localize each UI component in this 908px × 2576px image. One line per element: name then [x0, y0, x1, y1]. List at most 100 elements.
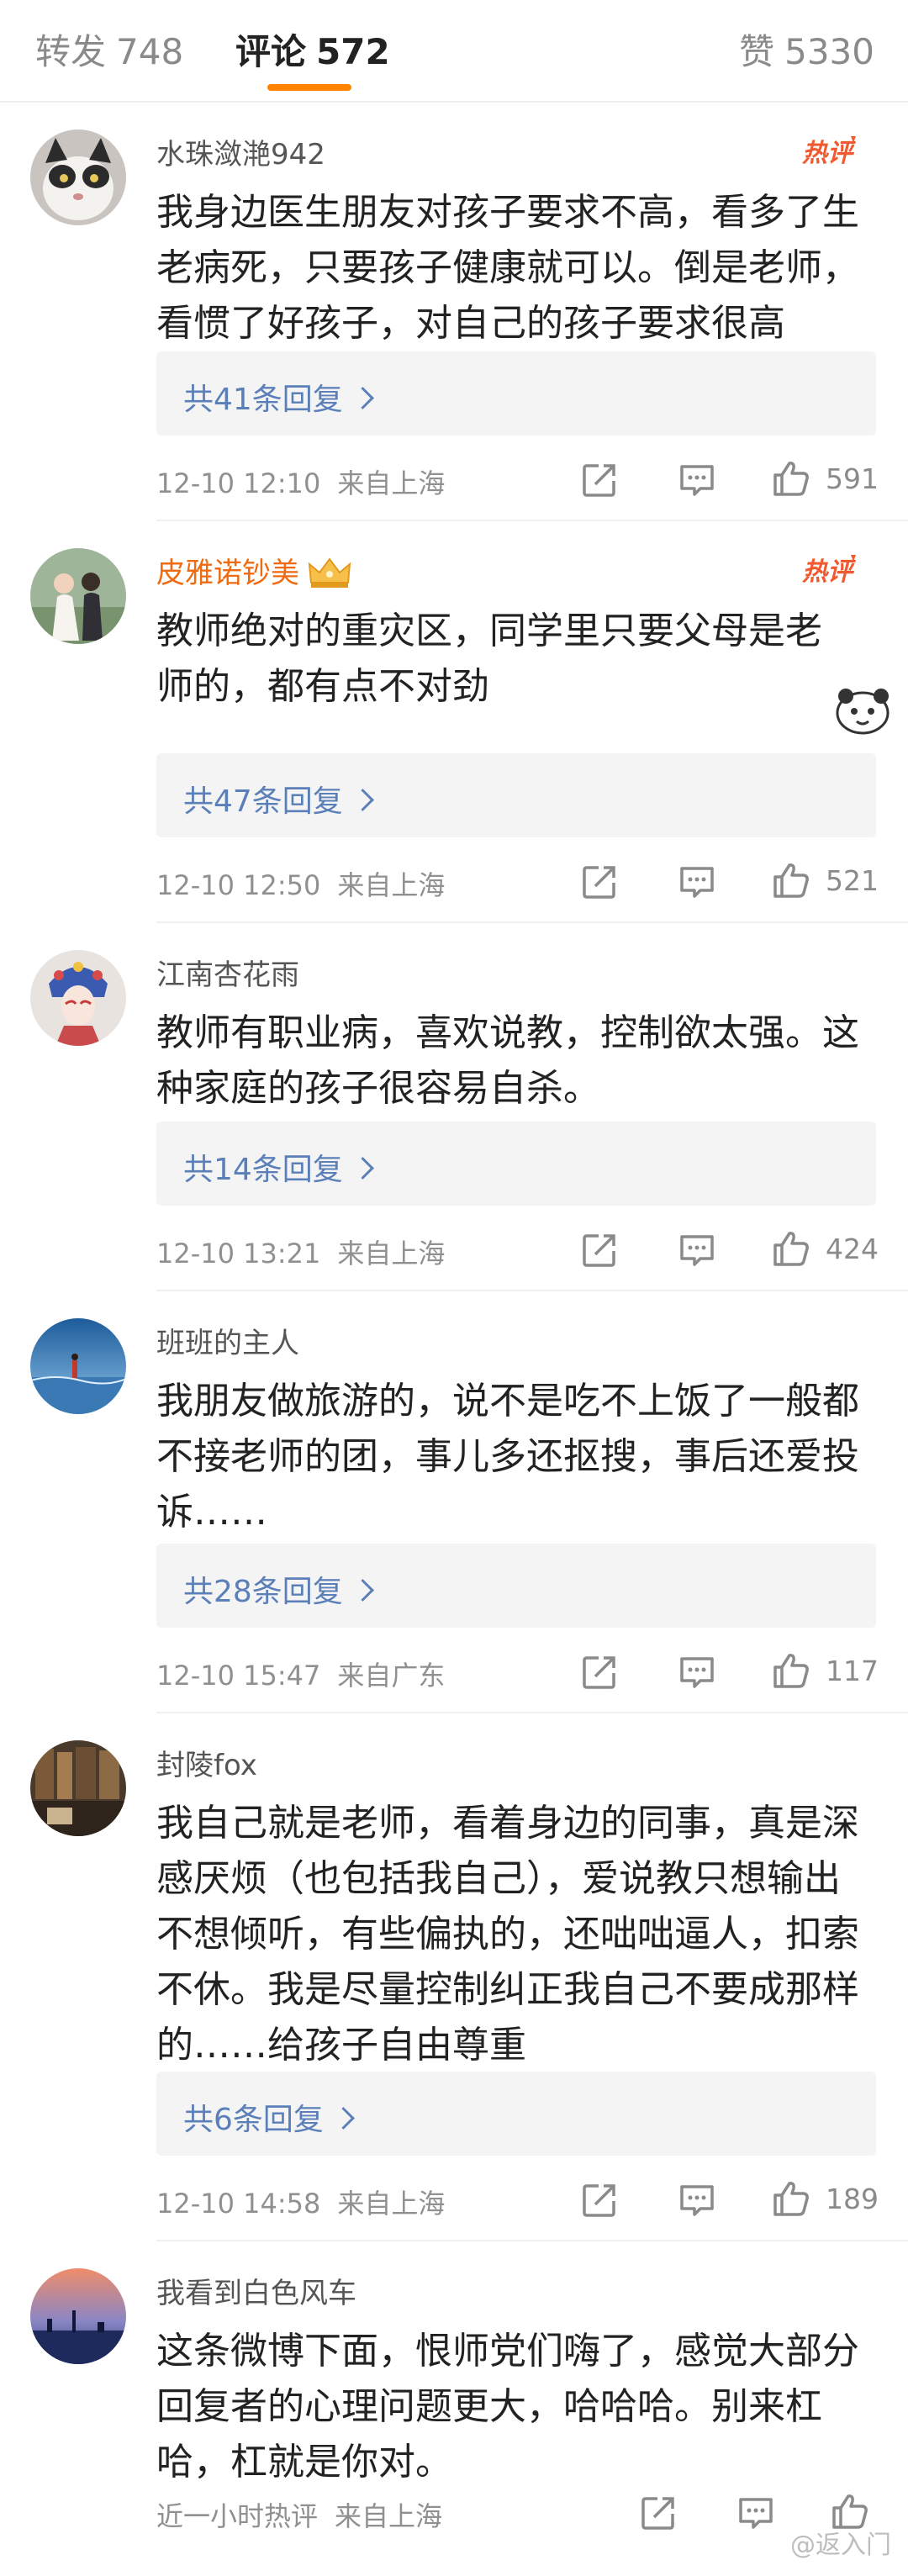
reply-box[interactable]: 共41条回复 [156, 351, 876, 435]
comment-text: 教师绝对的重灾区，同学里只要父母是老 师的，都有点不对劲 [156, 604, 881, 715]
reply-box[interactable]: 共14条回复 [156, 1122, 876, 1206]
comment-line: 不休。我是尽量控制纠正我自己不要成那样 [156, 1968, 859, 2011]
like-count: 117 [826, 1655, 879, 1687]
share-icon[interactable] [580, 863, 619, 901]
comment-meta: 12-10 15:47 来自广东 [156, 1655, 445, 1693]
view-replies-link[interactable]: 共28条回复 [183, 1567, 374, 1611]
comment-meta: 近一小时热评 来自上海 [156, 2495, 442, 2534]
replies-count: 共6条回复 [183, 2103, 324, 2137]
comment-icon[interactable] [678, 461, 716, 499]
share-icon[interactable] [580, 1231, 619, 1270]
share-icon[interactable] [580, 461, 619, 499]
comment-item: 水珠潋滟942 热评 我身边医生朋友对孩子要求不高，看多了生 老病死，只要孩子健… [0, 103, 908, 521]
chevron-right-icon [331, 2107, 355, 2130]
avatar[interactable] [30, 548, 126, 644]
comment-item: 封陵fox 我自己就是老师，看着身边的同事，真是深 感厌烦（也包括我自己），爱说… [0, 1713, 908, 2241]
tab-repost-count: 748 [116, 31, 184, 72]
comment-icon[interactable] [678, 1653, 716, 1692]
avatar[interactable] [30, 950, 126, 1046]
replies-count: 共41条回复 [183, 383, 343, 417]
comment-time: 12-10 12:10 [156, 467, 321, 499]
like-count: 189 [826, 2183, 879, 2215]
comment-time: 12-10 13:21 [156, 1238, 321, 1270]
view-replies-link[interactable]: 共6条回复 [183, 2095, 355, 2139]
like-icon[interactable] [772, 2179, 810, 2218]
crown-icon [308, 557, 351, 588]
share-icon[interactable] [580, 1653, 619, 1692]
comment-location: 来自上海 [337, 1238, 446, 1270]
view-replies-link[interactable]: 共14条回复 [183, 1145, 374, 1189]
username[interactable]: 封陵fox [156, 1742, 257, 1783]
sticker-icon [836, 689, 890, 735]
comment-line: 种家庭的孩子很容易自杀。 [156, 1067, 600, 1110]
active-tab-indicator [267, 84, 351, 91]
share-icon[interactable] [580, 2181, 619, 2220]
chevron-right-icon [351, 1157, 374, 1180]
username[interactable]: 班班的主人 [156, 1320, 299, 1361]
comment-text: 这条微博下面，恨师党们嗨了，感觉大部分 回复者的心理问题更大，哈哈哈。别来杠 哈… [156, 2324, 881, 2490]
view-replies-link[interactable]: 共41条回复 [183, 375, 374, 419]
view-replies-link[interactable]: 共47条回复 [183, 777, 374, 821]
comment-icon[interactable] [736, 2494, 775, 2532]
like-count: 424 [826, 1233, 879, 1265]
comment-line: 教师有职业病，喜欢说教，控制欲太强。这 [156, 1011, 859, 1054]
avatar[interactable] [30, 1740, 126, 1836]
like-count: 591 [826, 462, 879, 495]
comment-meta: 12-10 12:50 来自上海 [156, 864, 445, 903]
username-text: 皮雅诺钞美 [156, 557, 299, 590]
comment-meta: 12-10 12:10 来自上海 [156, 462, 445, 501]
reply-box[interactable]: 共47条回复 [156, 753, 876, 837]
comment-text: 教师有职业病，喜欢说教，控制欲太强。这 种家庭的孩子很容易自杀。 [156, 1006, 881, 1116]
avatar[interactable] [30, 129, 126, 225]
username[interactable]: 我看到白色风车 [156, 2270, 356, 2311]
reply-box[interactable]: 共6条回复 [156, 2072, 876, 2156]
chevron-right-icon [351, 387, 374, 409]
comment-line: 教师绝对的重灾区，同学里只要父母是老 [156, 610, 822, 652]
tab-repost[interactable]: 转发 748 [35, 24, 183, 75]
like-icon[interactable] [772, 459, 810, 498]
like-count: 521 [826, 864, 879, 897]
tab-comments-count: 572 [316, 31, 390, 72]
like-icon[interactable] [772, 861, 810, 900]
comment-location: 来自上海 [337, 869, 446, 901]
comment-icon[interactable] [678, 2181, 716, 2220]
avatar[interactable] [30, 1318, 126, 1414]
like-icon[interactable] [772, 1651, 810, 1690]
username[interactable]: 江南杏花雨 [156, 952, 299, 993]
tab-likes-label: 赞 [739, 31, 775, 72]
comment-meta: 12-10 14:58 来自上海 [156, 2183, 445, 2221]
comment-line: 哈，杠就是你对。 [156, 2441, 452, 2484]
comment-location: 来自上海 [337, 467, 446, 499]
tab-comments-label: 评论 [235, 31, 307, 72]
comment-line: 这条微博下面，恨师党们嗨了，感觉大部分 [156, 2330, 859, 2373]
comment-item: 皮雅诺钞美 热评 教师绝对的重灾区，同学里只要父母是老 师的，都有点不对劲 共4… [0, 521, 908, 923]
comment-time: 12-10 12:50 [156, 869, 321, 901]
like-icon[interactable] [772, 1229, 810, 1268]
comment-line: 看惯了好孩子，对自己的孩子要求很高 [156, 302, 785, 345]
comment-location: 来自广东 [337, 1660, 446, 1692]
tab-comments[interactable]: 评论 572 [235, 24, 390, 75]
comment-icon[interactable] [678, 863, 716, 901]
comment-time: 12-10 15:47 [156, 1660, 321, 1692]
tab-repost-label: 转发 [35, 31, 107, 72]
chevron-right-icon [351, 789, 374, 811]
comment-line: 回复者的心理问题更大，哈哈哈。别来杠 [156, 2385, 822, 2428]
username[interactable]: 皮雅诺钞美 [156, 550, 353, 591]
avatar[interactable] [30, 2268, 126, 2364]
share-icon[interactable] [639, 2494, 678, 2532]
watermark: @返入门 [790, 2531, 891, 2560]
hot-badge-label: 热评 [801, 557, 857, 587]
reply-box[interactable]: 共28条回复 [156, 1544, 876, 1628]
hot-badge: 热评 [801, 555, 857, 587]
hot-badge: 热评 [801, 136, 857, 168]
username[interactable]: 水珠潋滟942 [156, 131, 325, 172]
comment-line: 感厌烦（也包括我自己），爱说教只想输出 [156, 1857, 841, 1900]
tab-likes[interactable]: 赞 5330 [739, 24, 874, 75]
replies-count: 共14条回复 [183, 1153, 343, 1187]
comment-icon[interactable] [678, 1231, 716, 1270]
hot-badge-label: 热评 [801, 139, 857, 168]
comment-line: 不接老师的团，事儿多还抠搜，事后还爱投 [156, 1435, 859, 1478]
comment-item: 班班的主人 我朋友做旅游的，说不是吃不上饭了一般都 不接老师的团，事儿多还抠搜，… [0, 1291, 908, 1713]
tab-likes-count: 5330 [784, 31, 874, 72]
comment-tabs: 转发 748 评论 572 赞 5330 [0, 0, 908, 101]
